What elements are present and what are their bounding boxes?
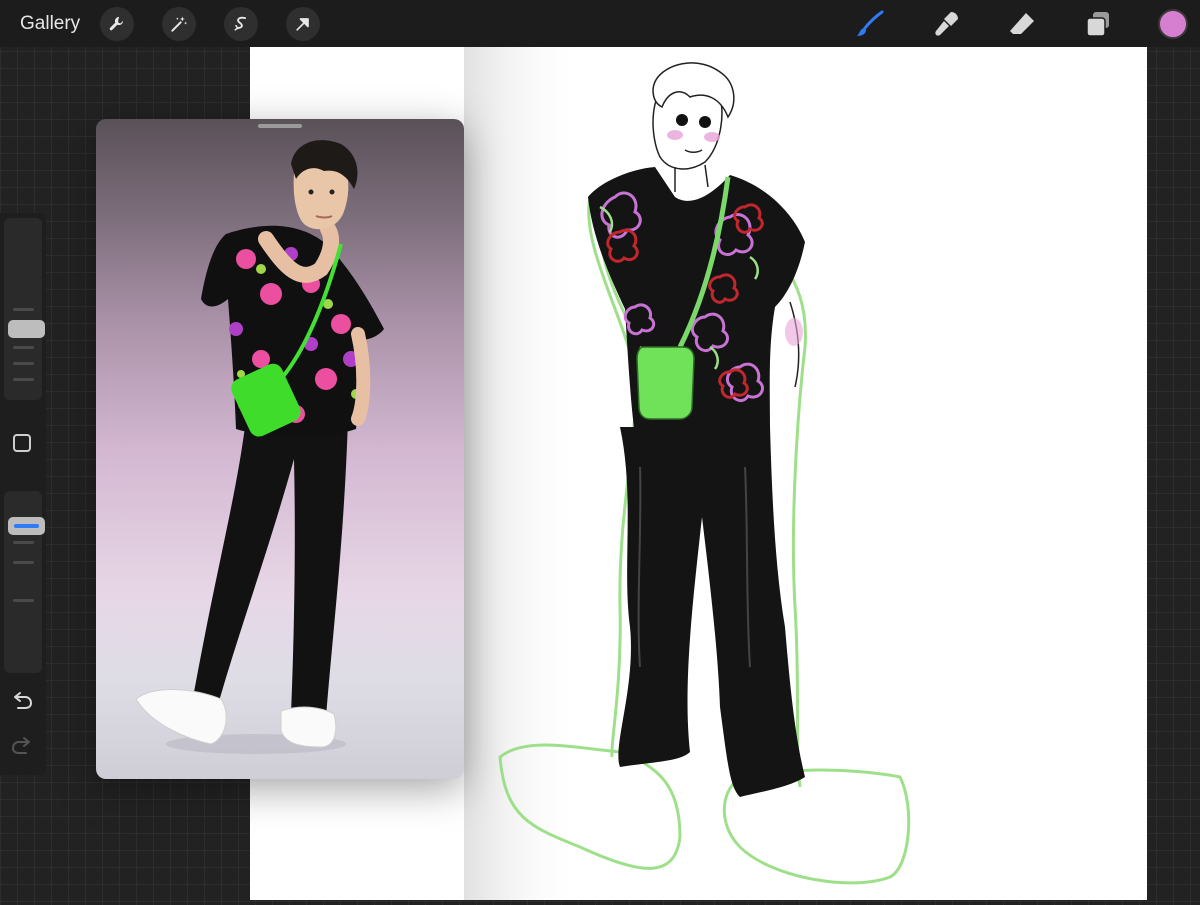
layers-icon (1086, 11, 1109, 37)
slider-tick (13, 362, 34, 365)
eraser-icon (1010, 12, 1034, 34)
left-sidebar (0, 213, 46, 775)
actions-button[interactable] (100, 6, 135, 41)
modify-button[interactable] (13, 434, 31, 452)
slider-tick (13, 308, 34, 311)
top-toolbar: Gallery (0, 0, 1200, 47)
transform-button[interactable] (286, 6, 321, 41)
magic-wand-icon (171, 16, 188, 32)
right-toolbar (854, 0, 1200, 47)
selection-button[interactable] (224, 6, 259, 41)
gallery-button[interactable]: Gallery (20, 13, 80, 35)
opacity-slider[interactable] (4, 491, 45, 673)
reference-window[interactable] (96, 119, 464, 779)
opacity-accent-bar (14, 524, 39, 528)
wrench-icon (109, 16, 124, 30)
color-picker-button[interactable] (1158, 8, 1188, 39)
smudge-icon (935, 11, 958, 36)
reference-drag-handle[interactable] (258, 124, 302, 128)
brush-tool-button[interactable] (854, 8, 886, 40)
brush-size-thumb[interactable] (8, 320, 45, 338)
slider-tick (13, 561, 34, 564)
slider-tick (13, 346, 34, 349)
reference-photo (135, 140, 384, 754)
selection-icon (234, 16, 247, 31)
slider-tick (13, 378, 34, 381)
layers-button[interactable] (1082, 8, 1114, 40)
slider-tick (13, 599, 34, 602)
slider-tick (13, 541, 34, 544)
undo-icon[interactable] (10, 689, 34, 713)
brush-icon (857, 10, 884, 36)
eraser-tool-button[interactable] (1006, 8, 1038, 40)
smudge-tool-button[interactable] (930, 8, 962, 40)
transform-arrow-icon (296, 17, 310, 31)
brush-size-slider[interactable] (4, 218, 45, 400)
redo-icon[interactable] (10, 734, 34, 758)
opacity-thumb[interactable] (8, 517, 45, 535)
adjustments-button[interactable] (162, 6, 197, 41)
